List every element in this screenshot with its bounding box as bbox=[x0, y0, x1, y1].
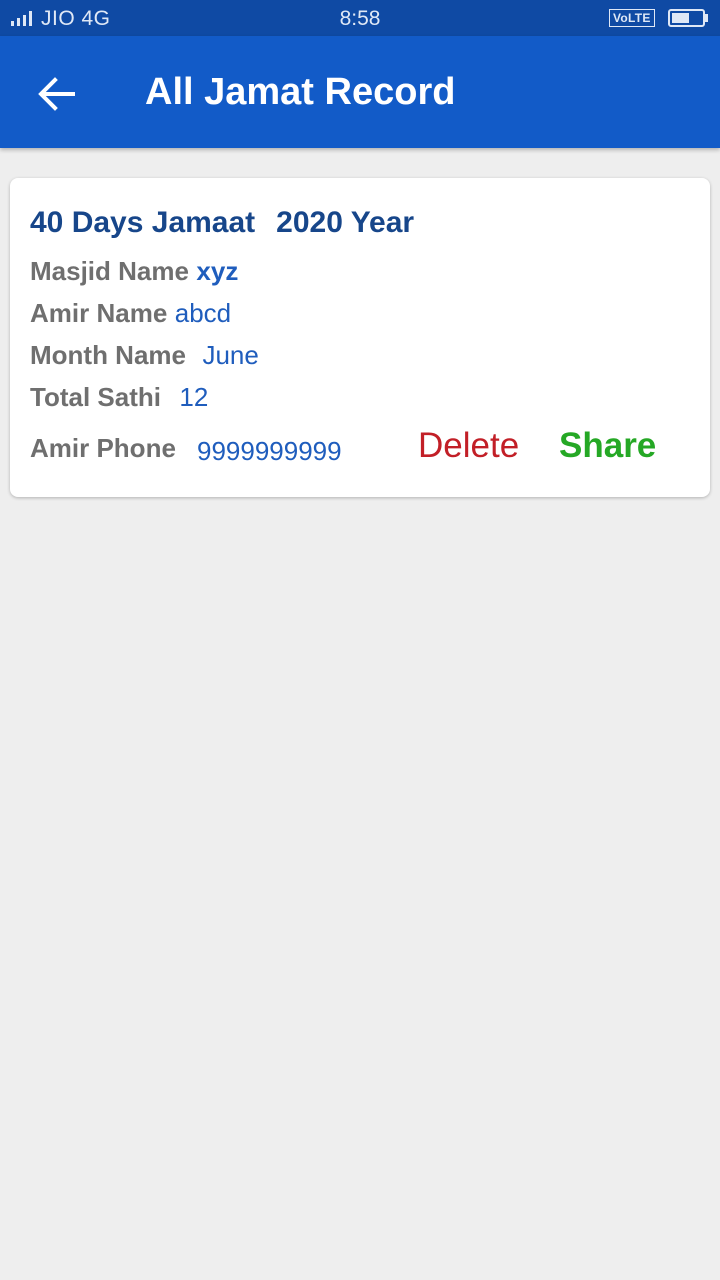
page-title: All Jamat Record bbox=[145, 71, 456, 113]
amir-row: Amir Name abcd bbox=[30, 298, 231, 329]
masjid-value: xyz bbox=[196, 256, 239, 286]
masjid-label: Masjid Name bbox=[30, 256, 189, 286]
phone-label: Amir Phone bbox=[30, 433, 176, 463]
jamat-record-card: 40 Days Jamaat 2020 Year Masjid Name xyz … bbox=[10, 178, 710, 497]
status-bar: JIO 4G 8:58 VoLTE bbox=[0, 0, 720, 36]
app-bar: All Jamat Record bbox=[0, 36, 720, 148]
amir-value: abcd bbox=[174, 298, 232, 328]
sathi-value: 12 bbox=[179, 382, 209, 412]
masjid-row: Masjid Name xyz bbox=[30, 256, 238, 287]
volte-badge: VoLTE bbox=[609, 9, 655, 27]
delete-button[interactable]: Delete bbox=[418, 426, 519, 466]
sathi-label: Total Sathi bbox=[30, 382, 161, 412]
battery-icon bbox=[668, 9, 708, 27]
arrow-left-icon bbox=[38, 77, 75, 111]
record-heading: 40 Days Jamaat 2020 Year bbox=[30, 206, 414, 240]
share-button[interactable]: Share bbox=[559, 426, 656, 466]
month-value: June bbox=[202, 340, 259, 370]
month-row: Month Name June bbox=[30, 340, 259, 371]
phone-value: 9999999999 bbox=[197, 436, 342, 466]
record-year: 2020 Year bbox=[276, 206, 415, 239]
amir-label: Amir Name bbox=[30, 298, 168, 328]
month-label: Month Name bbox=[30, 340, 186, 370]
sathi-row: Total Sathi 12 bbox=[30, 382, 208, 413]
record-duration: 40 Days Jamaat bbox=[30, 206, 256, 239]
back-button[interactable] bbox=[28, 66, 84, 122]
